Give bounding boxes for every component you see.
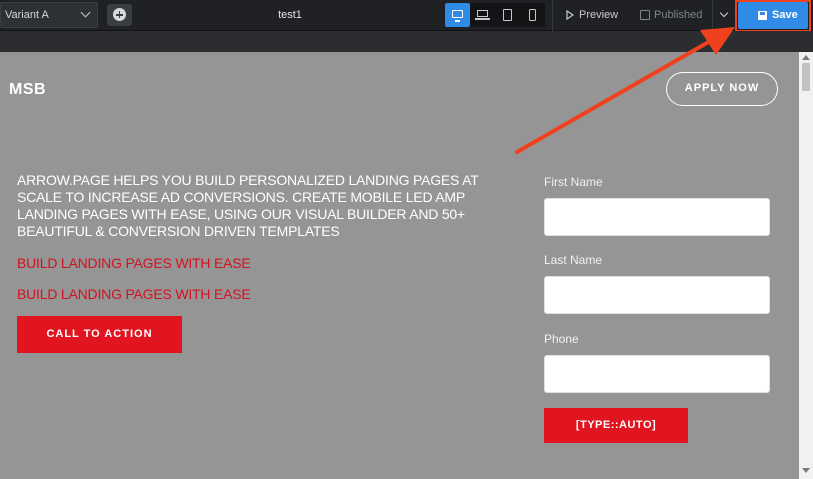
apply-now-button[interactable]: APPLY NOW: [666, 72, 778, 106]
more-options-button[interactable]: [714, 3, 736, 27]
hero-headline: ARROW.PAGE HELPS YOU BUILD PERSONALIZED …: [17, 172, 479, 239]
plus-circle-icon: [113, 8, 126, 21]
desktop-view-button[interactable]: [445, 3, 470, 27]
phone-label: Phone: [544, 332, 579, 346]
scroll-up-arrow-icon[interactable]: [802, 55, 810, 60]
canvas-scrollbar[interactable]: [799, 52, 813, 479]
chevron-down-icon: [80, 7, 91, 18]
site-logo[interactable]: MSB: [9, 81, 46, 99]
save-label: Save: [772, 9, 798, 21]
tablet-icon: [503, 9, 512, 21]
floppy-disk-icon: [758, 11, 767, 20]
mobile-view-button[interactable]: [520, 3, 545, 27]
last-name-input[interactable]: [544, 276, 770, 314]
laptop-view-button[interactable]: [470, 3, 495, 27]
preview-label: Preview: [579, 9, 619, 21]
first-name-label: First Name: [544, 175, 603, 189]
last-name-label: Last Name: [544, 253, 603, 267]
save-button[interactable]: Save: [738, 2, 808, 29]
form-submit-button[interactable]: [TYPE::AUTO]: [544, 408, 688, 443]
toolbar-divider: [712, 0, 713, 31]
scroll-thumb[interactable]: [802, 63, 810, 91]
chevron-down-icon: [719, 8, 729, 18]
call-to-action-button[interactable]: CALL TO ACTION: [17, 316, 182, 353]
toolbar-divider: [552, 0, 553, 31]
play-icon: [566, 10, 574, 20]
published-button[interactable]: Published: [638, 3, 712, 27]
variant-select-value: Variant A: [5, 9, 49, 21]
editor-toolbar: Variant A test1 Preview Published Save: [0, 0, 813, 31]
hero-subheading: BUILD LANDING PAGES WITH EASE: [17, 255, 251, 271]
first-name-input[interactable]: [544, 198, 770, 236]
phone-input[interactable]: [544, 355, 770, 393]
hero-subheading: BUILD LANDING PAGES WITH EASE: [17, 286, 251, 302]
phone-icon: [529, 9, 536, 21]
device-switcher: [445, 3, 545, 27]
laptop-icon: [475, 10, 490, 20]
published-label: Published: [654, 9, 703, 21]
desktop-icon: [452, 10, 463, 22]
scroll-down-arrow-icon[interactable]: [802, 468, 810, 473]
page-title: test1: [278, 9, 302, 21]
preview-button[interactable]: Preview: [560, 3, 632, 27]
tablet-view-button[interactable]: [495, 3, 520, 27]
external-link-icon: [640, 10, 650, 20]
page-canvas: MSB APPLY NOW ARROW.PAGE HELPS YOU BUILD…: [0, 52, 799, 479]
add-variant-button[interactable]: [107, 4, 132, 26]
variant-select[interactable]: Variant A: [0, 2, 98, 28]
editor-subbar: [0, 31, 813, 52]
